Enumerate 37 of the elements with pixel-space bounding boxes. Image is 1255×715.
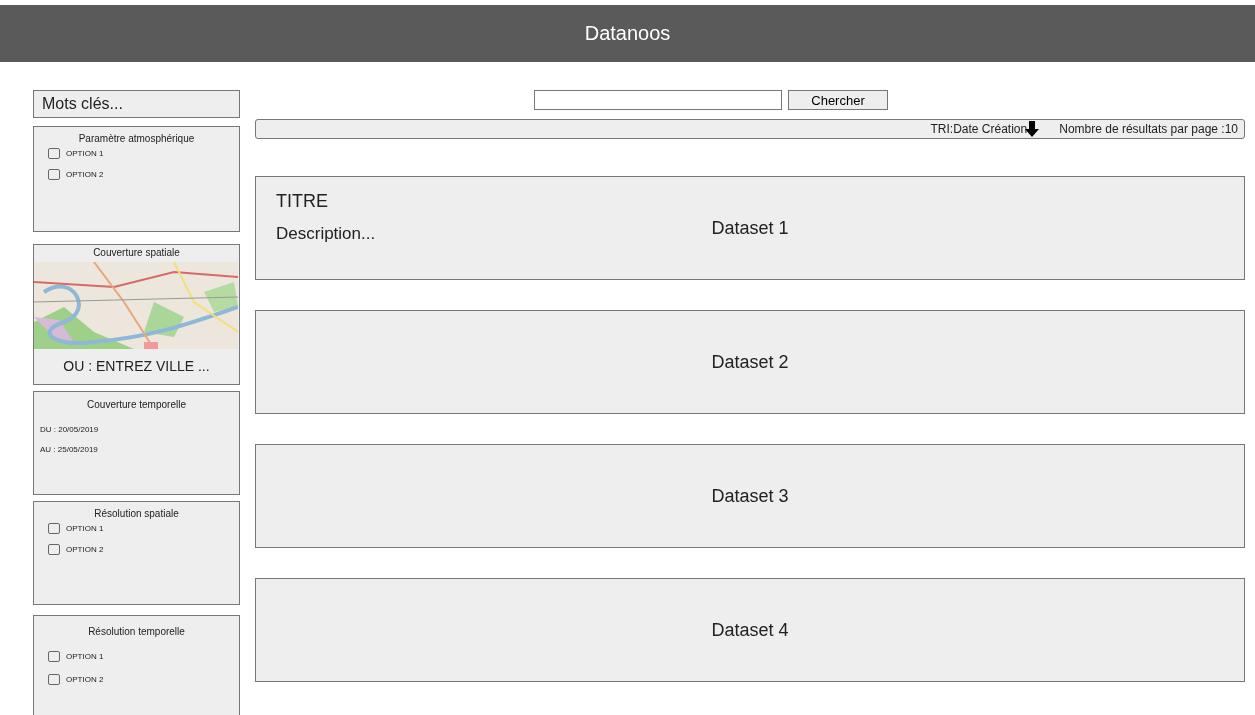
sort-label[interactable]: TRI:Date Création: [930, 122, 1028, 136]
option-label: OPTION 2: [66, 545, 104, 554]
checkbox[interactable]: [48, 544, 60, 555]
results-per-page[interactable]: Nombre de résultats par page :10: [1059, 122, 1238, 136]
dataset-label: Dataset 1: [711, 217, 789, 239]
filter-title: Résolution temporelle: [87, 625, 186, 637]
keyword-field[interactable]: Mots clés...: [33, 90, 240, 118]
search-field[interactable]: [534, 90, 782, 110]
app-title: Datanoos: [584, 22, 671, 45]
option-label: OPTION 2: [66, 675, 104, 684]
arrow-down-icon: [1025, 121, 1040, 137]
filter-title: Couverture spatiale: [92, 246, 181, 258]
dataset-label: Dataset 2: [711, 351, 789, 373]
option-label: OPTION 1: [66, 652, 104, 661]
filter-title: Résolution spatiale: [93, 507, 180, 519]
date-to[interactable]: AU : 25/05/2019: [40, 445, 239, 454]
option-label: OPTION 2: [66, 170, 104, 179]
search-button[interactable]: Chercher: [788, 90, 888, 110]
date-from[interactable]: DU : 20/05/2019: [40, 425, 239, 434]
checkbox[interactable]: [48, 651, 60, 662]
dataset-title: TITRE: [276, 191, 329, 212]
checkbox[interactable]: [48, 674, 60, 685]
checkbox[interactable]: [48, 169, 60, 180]
dataset-card[interactable]: TITRE Description... Dataset 1: [255, 176, 1245, 280]
checkbox[interactable]: [48, 523, 60, 534]
dataset-label: Dataset 4: [711, 619, 789, 641]
filter-title: Paramètre atmosphérique: [77, 132, 196, 144]
option-label: OPTION 1: [66, 149, 104, 158]
dataset-label: Dataset 3: [711, 485, 789, 507]
option-label: OPTION 1: [66, 524, 104, 533]
dataset-card[interactable]: Dataset 2: [255, 310, 1245, 414]
dataset-card[interactable]: Dataset 4: [255, 578, 1245, 682]
city-field[interactable]: OU : ENTREZ VILLE ...: [34, 357, 239, 375]
checkbox[interactable]: [48, 148, 60, 159]
filter-title: Couverture temporelle: [86, 398, 187, 410]
dataset-card[interactable]: Dataset 3: [255, 444, 1245, 548]
dataset-description: Description...: [276, 224, 376, 244]
